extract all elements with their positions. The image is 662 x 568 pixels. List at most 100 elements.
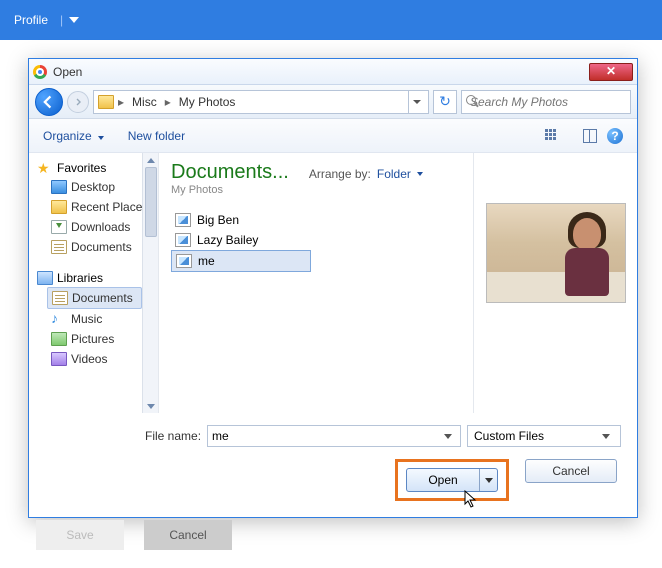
sidebar-item-desktop[interactable]: Desktop	[29, 177, 158, 197]
folder-icon	[98, 95, 114, 109]
dialog-body: ★ Favorites Desktop Recent Places Downlo…	[29, 153, 637, 413]
dialog-title: Open	[53, 65, 82, 79]
preview-image	[486, 203, 626, 303]
sidebar-item-downloads[interactable]: Downloads	[29, 217, 158, 237]
filter-value: Custom Files	[474, 429, 598, 443]
document-icon	[52, 291, 68, 305]
file-item[interactable]: Big Ben	[171, 210, 311, 230]
file-item-selected[interactable]: me	[171, 250, 311, 272]
picture-file-icon	[175, 213, 191, 227]
sidebar-item-label: Documents	[71, 240, 132, 254]
sidebar-item-label: Music	[71, 312, 102, 326]
preview-pane	[473, 153, 637, 413]
filename-label: File name:	[145, 429, 201, 443]
page-footer-buttons: Save Cancel	[36, 520, 232, 550]
organize-label: Organize	[43, 129, 92, 143]
chevron-down-icon[interactable]	[69, 17, 79, 23]
breadcrumb[interactable]: ▸ Misc ▸ My Photos	[93, 90, 429, 114]
file-name: Lazy Bailey	[197, 233, 258, 247]
file-type-filter[interactable]: Custom Files	[467, 425, 621, 447]
star-icon: ★	[37, 161, 53, 175]
sidebar-scrollbar[interactable]	[142, 153, 158, 413]
sidebar-item-label: Pictures	[71, 332, 114, 346]
file-name: Big Ben	[197, 213, 239, 227]
nav-back-button[interactable]	[35, 88, 63, 116]
document-icon	[51, 240, 67, 254]
close-button[interactable]: ✕	[589, 63, 633, 81]
sidebar-item-label: Recent Places	[71, 200, 148, 214]
page-title: Profile	[14, 13, 48, 27]
sidebar-item-label: Documents	[72, 291, 133, 305]
videos-icon	[51, 352, 67, 366]
page-header: Profile |	[0, 0, 662, 40]
sidebar-group-libraries[interactable]: Libraries	[29, 269, 158, 287]
organize-menu[interactable]: Organize	[43, 129, 104, 143]
save-button: Save	[36, 520, 124, 550]
sidebar-item-documents[interactable]: Documents	[29, 237, 158, 257]
arrange-by-value: Folder	[377, 167, 411, 181]
file-name: me	[198, 254, 215, 268]
desktop-icon	[51, 180, 67, 194]
page-cancel-button[interactable]: Cancel	[144, 520, 232, 550]
breadcrumb-sep-icon: ▸	[165, 95, 171, 109]
sidebar: ★ Favorites Desktop Recent Places Downlo…	[29, 153, 159, 413]
new-folder-button[interactable]: New folder	[128, 129, 185, 143]
sidebar-item-lib-documents[interactable]: Documents	[47, 287, 142, 309]
music-icon: ♪	[51, 312, 67, 326]
scroll-down-icon[interactable]	[143, 399, 159, 413]
sidebar-label: Favorites	[57, 161, 106, 175]
open-button[interactable]: Open	[406, 468, 498, 492]
new-folder-label: New folder	[128, 129, 185, 143]
breadcrumb-seg-misc[interactable]: Misc	[128, 93, 161, 111]
cancel-button[interactable]: Cancel	[525, 459, 617, 483]
open-button-highlight: Open	[395, 459, 509, 501]
arrange-by-label: Arrange by:	[309, 167, 371, 181]
chrome-icon	[33, 65, 47, 79]
sidebar-group-favorites[interactable]: ★ Favorites	[29, 159, 158, 177]
library-title: Documents...	[171, 161, 289, 184]
open-button-label: Open	[407, 473, 479, 487]
open-split-dropdown[interactable]	[479, 469, 497, 491]
main-pane: Documents... My Photos Arrange by: Folde…	[159, 153, 637, 413]
download-icon	[51, 220, 67, 234]
file-list: Big Ben Lazy Bailey me	[171, 210, 461, 272]
view-options-button[interactable]	[545, 129, 563, 143]
file-list-area: Documents... My Photos Arrange by: Folde…	[159, 153, 473, 413]
breadcrumb-dropdown-icon[interactable]	[408, 91, 424, 113]
breadcrumb-sep-icon: ▸	[118, 95, 124, 109]
sidebar-item-videos[interactable]: Videos	[29, 349, 158, 369]
refresh-button[interactable]: ↻	[433, 90, 457, 114]
scroll-up-icon[interactable]	[143, 153, 159, 167]
library-subtitle: My Photos	[171, 184, 289, 196]
sidebar-item-label: Desktop	[71, 180, 115, 194]
chevron-down-icon[interactable]	[598, 426, 614, 446]
chevron-down-icon	[96, 129, 104, 143]
nav-forward-button[interactable]	[67, 91, 89, 113]
cancel-button-label: Cancel	[552, 464, 589, 478]
file-item[interactable]: Lazy Bailey	[171, 230, 311, 250]
libraries-icon	[37, 271, 53, 285]
filename-combo[interactable]: me	[207, 425, 461, 447]
search-input[interactable]	[470, 95, 627, 109]
sidebar-item-label: Downloads	[71, 220, 130, 234]
picture-file-icon	[176, 254, 192, 268]
dialog-toolbar: Organize New folder ?	[29, 119, 637, 153]
sidebar-item-label: Videos	[71, 352, 107, 366]
arrange-by-menu[interactable]: Arrange by: Folder	[309, 167, 423, 181]
cursor-icon	[464, 490, 480, 513]
help-button[interactable]: ?	[607, 128, 623, 144]
chevron-down-icon	[417, 172, 423, 176]
divider: |	[60, 13, 63, 27]
search-box[interactable]	[461, 90, 631, 114]
sidebar-item-recent[interactable]: Recent Places	[29, 197, 158, 217]
folder-icon	[51, 200, 67, 214]
sidebar-item-pictures[interactable]: Pictures	[29, 329, 158, 349]
dialog-titlebar: Open ✕	[29, 59, 637, 85]
chevron-down-icon[interactable]	[440, 426, 456, 446]
sidebar-item-music[interactable]: ♪ Music	[29, 309, 158, 329]
breadcrumb-seg-myphotos[interactable]: My Photos	[175, 93, 240, 111]
filename-value: me	[212, 429, 440, 443]
cancel-button-label: Cancel	[169, 528, 206, 542]
scroll-thumb[interactable]	[145, 167, 157, 237]
preview-pane-button[interactable]	[583, 129, 597, 143]
